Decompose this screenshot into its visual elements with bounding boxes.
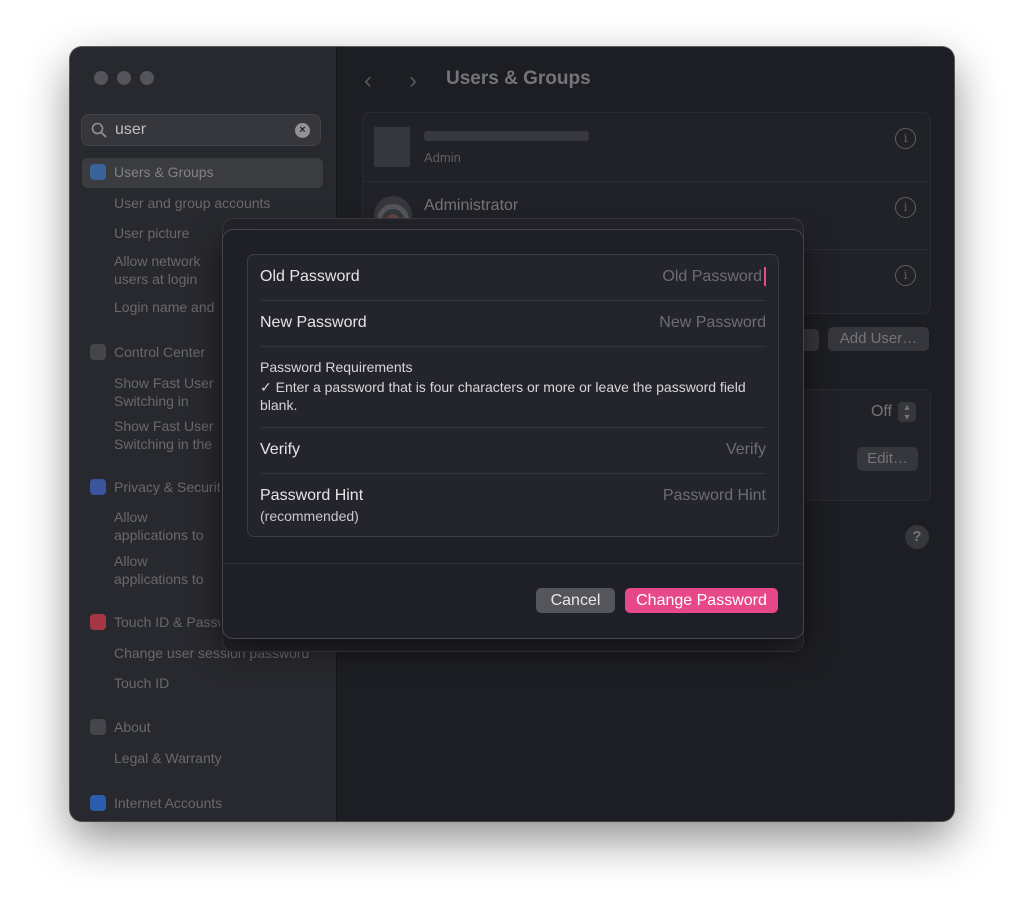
back-chevron-icon[interactable]: ‹ — [364, 67, 372, 95]
user-row[interactable]: Admin i — [363, 113, 930, 181]
close-window-button[interactable] — [94, 71, 108, 85]
sidebar-item-about[interactable]: About — [90, 719, 320, 735]
password-requirements: Password Requirements ✓ Enter a password… — [260, 346, 766, 428]
about-icon — [90, 719, 106, 735]
password-hint-row: Password Hint (recommended) — [260, 473, 766, 537]
new-password-input[interactable] — [566, 314, 766, 332]
old-password-label: Old Password — [260, 268, 360, 285]
sidebar-item-users-groups[interactable]: Users & Groups — [90, 164, 320, 180]
avatar — [374, 127, 410, 167]
help-button[interactable]: ? — [905, 525, 929, 549]
sidebar-item-label: Internet Accounts — [114, 795, 223, 811]
verify-input[interactable] — [566, 441, 766, 459]
add-user-button[interactable]: Add User… — [828, 327, 929, 351]
info-icon[interactable]: i — [895, 128, 916, 149]
control-center-icon — [90, 344, 106, 360]
verify-label: Verify — [260, 441, 301, 458]
window-controls — [94, 71, 154, 85]
page-title: Users & Groups — [446, 68, 591, 89]
password-hint-sublabel: (recommended) — [260, 508, 359, 524]
old-password-row: Old Password — [260, 255, 766, 301]
edit-button[interactable]: Edit… — [857, 447, 918, 471]
at-sign-icon — [90, 795, 106, 811]
auto-login-value[interactable]: Off — [871, 403, 892, 421]
change-password-button[interactable]: Change Password — [625, 588, 778, 613]
sidebar-subitem-login-name[interactable]: Login name and — [114, 298, 222, 316]
sidebar-subitem-app-access-2[interactable]: Allow applications to access user files — [114, 552, 222, 588]
password-form: Old Password New Password Password Requi… — [247, 254, 779, 537]
sidebar-subitem-legal-warranty[interactable]: Legal & Warranty — [114, 749, 314, 767]
sidebar-subitem-touch-id[interactable]: Touch ID — [114, 674, 314, 692]
sidebar-item-internet-accounts[interactable]: Internet Accounts — [90, 795, 320, 811]
sheet-divider — [223, 563, 803, 564]
sidebar-search-field[interactable]: user × — [81, 114, 321, 146]
password-hint-label: Password Hint — [260, 487, 364, 504]
sidebar-subitem-user-group-accounts[interactable]: User and group accounts — [114, 194, 314, 212]
search-input-value[interactable]: user — [115, 121, 146, 139]
password-hint-input[interactable] — [566, 487, 766, 505]
fingerprint-icon — [90, 614, 106, 630]
user-name: Administrator — [424, 197, 519, 214]
old-password-input[interactable] — [562, 268, 762, 286]
hand-icon — [90, 479, 106, 495]
info-icon[interactable]: i — [895, 197, 916, 218]
redacted-user-name — [424, 131, 589, 141]
user-role: Admin — [424, 150, 461, 165]
sidebar-item-label: Control Center — [114, 344, 206, 360]
info-icon[interactable]: i — [895, 265, 916, 286]
requirements-text: ✓ Enter a password that is four characte… — [260, 379, 746, 413]
sidebar-item-label: Touch ID & Password — [114, 614, 220, 630]
sidebar-item-privacy-security[interactable]: Privacy & Security — [90, 479, 220, 495]
requirements-title: Password Requirements — [260, 359, 413, 375]
cancel-button[interactable]: Cancel — [536, 588, 615, 613]
new-password-label: New Password — [260, 314, 367, 331]
clear-search-icon[interactable]: × — [295, 123, 310, 138]
minimize-window-button[interactable] — [117, 71, 131, 85]
sidebar-subitem-app-access-1[interactable]: Allow applications to access user files — [114, 508, 222, 544]
users-groups-icon — [90, 164, 106, 180]
verify-row: Verify — [260, 427, 766, 474]
forward-chevron-icon[interactable]: › — [409, 67, 417, 95]
sidebar-item-label: Users & Groups — [114, 164, 214, 180]
sidebar-item-label: Privacy & Security — [114, 479, 220, 495]
text-cursor — [764, 267, 766, 286]
sidebar-subitem-network-users[interactable]: Allow network users at login window — [114, 252, 222, 288]
change-password-sheet: Old Password New Password Password Requi… — [222, 229, 804, 639]
new-password-row: New Password — [260, 300, 766, 347]
sidebar-subitem-fast-user-cc[interactable]: Show Fast User Switching in Control Cent… — [114, 374, 222, 410]
sidebar-item-touch-id-password[interactable]: Touch ID & Password — [90, 614, 220, 630]
zoom-window-button[interactable] — [140, 71, 154, 85]
sidebar-subitem-fast-user-menubar[interactable]: Show Fast User Switching in the menu bar — [114, 417, 222, 453]
sidebar-item-label: About — [114, 719, 151, 735]
search-icon — [91, 122, 107, 138]
popup-stepper-icon[interactable]: ▴ ▾ — [898, 402, 916, 423]
